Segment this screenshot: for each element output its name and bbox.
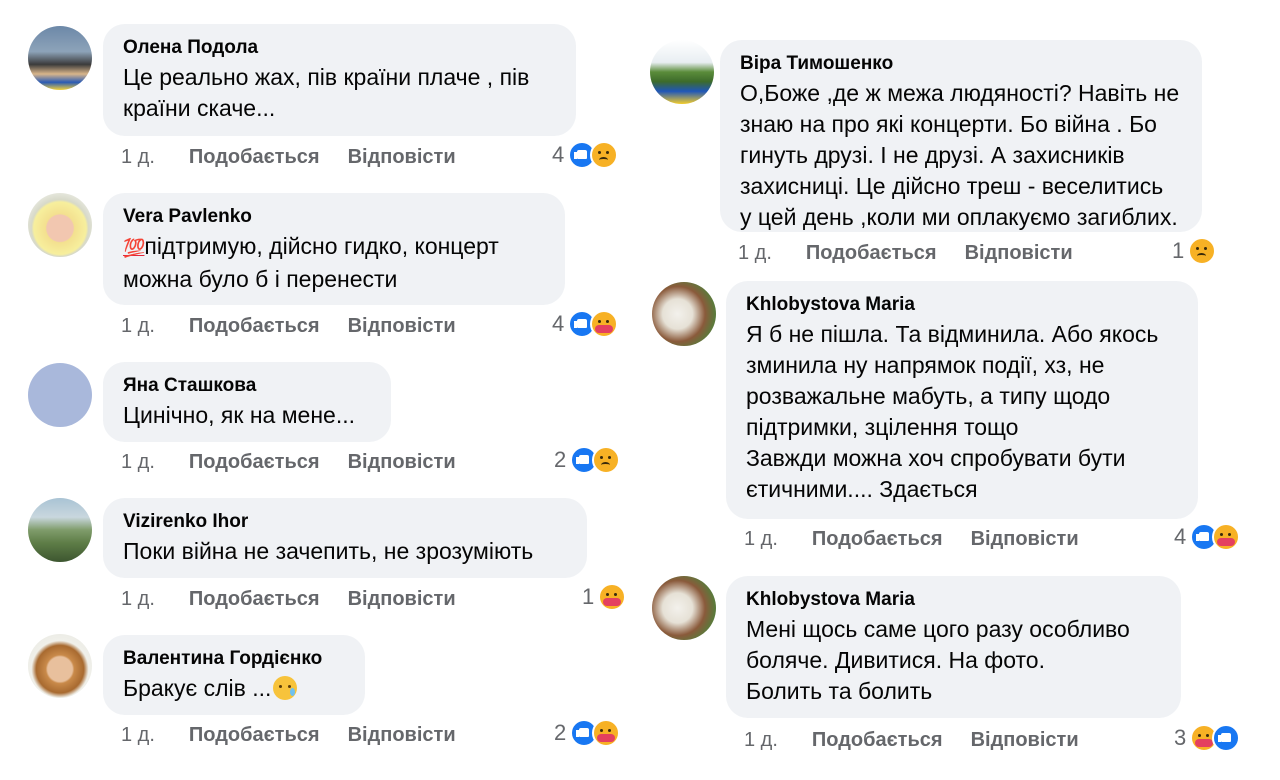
comment-bubble: Яна Сташкова Цинічно, як на мене... [103,362,391,442]
comment-author[interactable]: Khlobystova Maria [746,293,1178,317]
comment-bubble: Віра Тимошенко О,Боже ,де ж межа людянос… [720,40,1202,232]
crying-face-icon [273,676,298,700]
sad-icon [1188,237,1217,265]
comment-author[interactable]: Khlobystova Maria [746,588,1161,612]
comment-bubble: Vizirenko Ihor Поки війна не зачепить, н… [103,498,587,578]
reaction-count: 4 [552,311,565,336]
comment-actions: 1 д. Подобається Відповісти [738,238,1101,268]
reply-button[interactable]: Відповісти [965,242,1073,265]
comment-author[interactable]: Vera Pavlenko [123,205,545,229]
comment-text: Я б не пішла. Та відминила. Або якось зм… [746,321,1159,502]
comment-bubble: Khlobystova Maria Мені щось саме цого ра… [726,576,1181,718]
reaction-count: 2 [554,447,567,472]
reactions[interactable]: 4 [552,309,619,339]
comment-text: 💯підтримую, дійсно гидко, концерт можна … [123,231,545,295]
reply-button[interactable]: Відповісти [348,588,456,611]
comment-time[interactable]: 1 д. [121,724,155,747]
like-button[interactable]: Подобається [189,451,320,474]
reactions[interactable]: 2 [554,445,621,475]
comment-bubble: Vera Pavlenko 💯підтримую, дійсно гидко, … [103,193,565,305]
sad-icon [592,446,621,474]
reaction-count: 4 [552,142,565,167]
avatar[interactable] [28,498,92,562]
reactions[interactable]: 3 [1174,723,1241,753]
reply-button[interactable]: Відповісти [348,146,456,169]
comment-actions: 1 д. Подобається Відповісти [744,725,1107,755]
reply-button[interactable]: Відповісти [348,451,456,474]
care-icon [590,310,619,338]
comment-text: Цинічно, як на мене... [123,402,355,428]
reaction-count: 1 [582,584,595,609]
reply-button[interactable]: Відповісти [971,528,1079,551]
sad-icon [590,141,619,169]
reply-button[interactable]: Відповісти [971,729,1079,752]
comment-bubble: Валентина Гордієнко Бракує слів ... [103,635,365,715]
comment-time[interactable]: 1 д. [744,528,778,551]
comment-text: О,Боже ,де ж межа людяності? Навіть не з… [740,80,1180,230]
reaction-count: 2 [554,720,567,745]
like-button[interactable]: Подобається [189,724,320,747]
comment-author[interactable]: Валентина Гордієнко [123,647,345,671]
care-icon [598,583,627,611]
comment-text: Бракує слів ... [123,673,345,704]
comment-actions: 1 д. Подобається Відповісти [121,447,484,477]
care-icon [1212,523,1241,551]
avatar[interactable] [28,363,92,427]
care-icon [592,719,621,747]
comment-text-body: підтримую, дійсно гидко, концерт можна б… [123,233,499,292]
comment-time[interactable]: 1 д. [744,729,778,752]
comment-text-body: Бракує слів ... [123,675,272,701]
like-button[interactable]: Подобається [189,315,320,338]
comment-text: Це реально жах, пів країни плаче , пів к… [123,64,530,121]
avatar[interactable] [650,40,714,104]
comment-author[interactable]: Віра Тимошенко [740,52,1182,76]
reactions[interactable]: 1 [1172,236,1217,266]
like-button[interactable]: Подобається [806,242,937,265]
reaction-count: 4 [1174,524,1187,549]
comment-text: Мені щось саме цого разу особливо боляче… [746,616,1130,704]
comment-bubble: Khlobystova Maria Я б не пішла. Та відми… [726,281,1198,519]
reply-button[interactable]: Відповісти [348,315,456,338]
reaction-count: 1 [1172,238,1185,263]
avatar[interactable] [28,193,92,257]
reply-button[interactable]: Відповісти [348,724,456,747]
comment-author[interactable]: Олена Подола [123,36,556,60]
comment-actions: 1 д. Подобається Відповісти [121,311,484,341]
comment-bubble: Олена Подола Це реально жах, пів країни … [103,24,576,136]
avatar[interactable] [652,576,716,640]
like-button[interactable]: Подобається [812,528,943,551]
avatar[interactable] [652,282,716,346]
like-button[interactable]: Подобається [812,729,943,752]
hundred-points-icon: 💯 [123,238,145,259]
reaction-count: 3 [1174,725,1187,750]
comment-time[interactable]: 1 д. [121,588,155,611]
like-icon [1212,724,1241,752]
comment-time[interactable]: 1 д. [738,242,772,265]
comment-time[interactable]: 1 д. [121,146,155,169]
comment-author[interactable]: Vizirenko Ihor [123,510,567,534]
like-button[interactable]: Подобається [189,588,320,611]
avatar[interactable] [28,634,92,698]
reactions[interactable]: 4 [1174,522,1241,552]
reactions[interactable]: 4 [552,140,619,170]
comment-time[interactable]: 1 д. [121,451,155,474]
comment-time[interactable]: 1 д. [121,315,155,338]
avatar[interactable] [28,26,92,90]
reactions[interactable]: 2 [554,718,621,748]
reactions[interactable]: 1 [582,582,627,612]
comment-author[interactable]: Яна Сташкова [123,374,371,398]
comment-actions: 1 д. Подобається Відповісти [121,720,484,750]
like-button[interactable]: Подобається [189,146,320,169]
comment-text: Поки війна не зачепить, не зрозуміють [123,538,534,564]
comment-actions: 1 д. Подобається Відповісти [121,142,484,172]
comment-actions: 1 д. Подобається Відповісти [121,584,484,614]
comment-actions: 1 д. Подобається Відповісти [744,524,1107,554]
